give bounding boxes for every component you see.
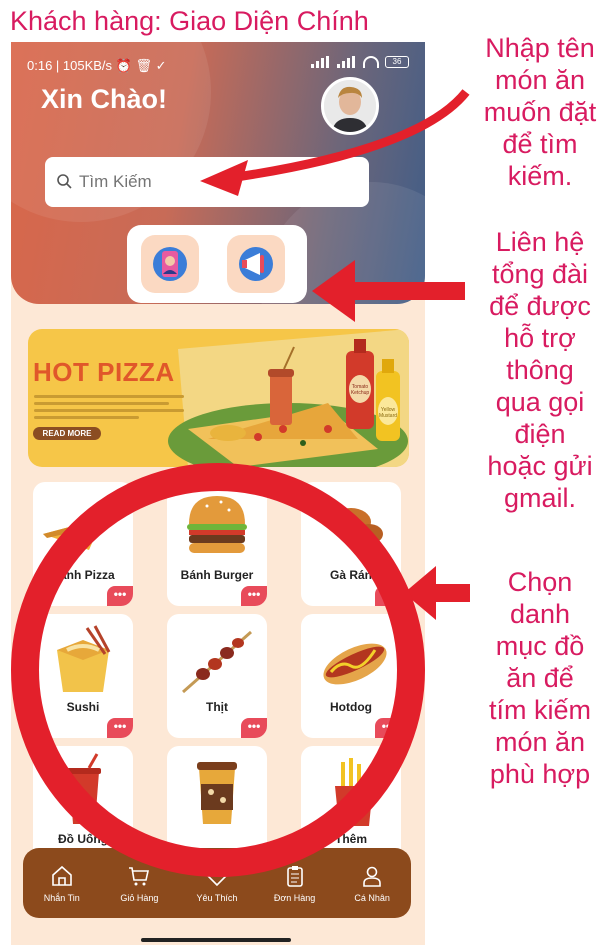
more-button[interactable]: ••• [107,718,133,738]
category-label: Bánh Pizza [51,568,115,582]
fries-icon [335,758,373,826]
nav-label: Yêu Thích [196,892,238,903]
banner-title: HOT PIZZA [33,357,175,387]
avatar[interactable] [321,77,379,135]
category-label: Thêm [334,832,367,846]
noodle-box-icon [57,625,111,692]
home-icon [51,865,72,886]
gesture-bar [141,938,291,942]
pizza-icon [43,518,103,550]
nav-item-cart[interactable]: Giỏ Hàng [102,864,176,903]
wifi-icon [363,56,379,68]
category-label: Gà Rán [329,568,372,582]
more-button[interactable]: ••• [241,718,267,738]
category-note: Chọn danh mục đồ ăn để tím kiếm món ăn phù hợp [488,567,591,789]
more-button[interactable]: ••• [375,586,401,606]
battery-icon: 36 [385,56,409,68]
category-arrow [432,584,470,602]
phone-call-icon [153,247,187,281]
search-input[interactable] [79,172,349,192]
heart-icon [205,866,229,886]
greeting-title: Xin Chào! [41,84,167,114]
nav-label: Giỏ Hàng [120,892,159,903]
nav-label: Đơn Hàng [273,892,316,903]
nav-item-profile[interactable]: Cá Nhân [335,864,409,903]
category-label: Thịt [206,700,228,714]
avatar-image [324,80,376,132]
mustard-label: Yellow Mustard [378,407,398,419]
promo-banner[interactable]: HOT PIZZA READ MORE Tomato Ketchup Yello… [28,329,409,467]
category-card-meat[interactable]: Thịt ••• [167,614,267,738]
category-card-sushi[interactable]: Sushi ••• [33,614,133,738]
category-label: Hotdog [330,700,372,714]
user-icon [363,866,381,887]
nav-item-messages[interactable]: Nhắn Tin [25,864,99,903]
status-bar-right: 36 [311,56,409,68]
more-button[interactable]: ••• [107,586,133,606]
more-button[interactable]: ••• [375,718,401,738]
more-button[interactable]: ••• [241,586,267,606]
email-support-button[interactable] [227,235,285,293]
status-bar-left: 0:16 | 105KB/s ⏰ 🗑 ✓ [27,58,167,73]
banner-body-text [34,395,184,423]
nav-item-favorites[interactable]: Yêu Thích [180,864,254,903]
search-icon [57,174,72,189]
megaphone-icon [239,247,273,281]
bottom-navbar: Nhắn Tin Giỏ Hàng Yêu Thích Đơn Hàng Cá … [23,848,411,918]
category-card-hotdog[interactable]: Hotdog ••• [301,614,401,738]
search-note: Nhập tên món ăn muốn đặt để tìm kiếm. [483,33,597,191]
call-support-button[interactable] [141,235,199,293]
category-label: Đồ Uống [58,832,108,846]
category-label: Sushi [66,700,100,714]
category-card-fried-chicken[interactable]: Gà Rán ••• [301,482,401,606]
read-more-button[interactable]: READ MORE [33,427,101,440]
phone-screen: 0:16 | 105KB/s ⏰ 🗑 ✓ 36 Xin Chào! Tìm Ki… [11,42,425,945]
signal-icon [337,56,357,68]
coffee-cup-icon [197,762,237,824]
search-bar[interactable] [45,157,369,207]
skewer-icon [182,630,252,694]
cart-icon [129,866,150,885]
category-label: Bánh Burger [180,568,254,582]
signal-icon [311,56,331,68]
hotdog-icon [323,643,387,685]
slide: Khách hàng: Giao Diện Chính 0:16 | 105KB… [0,0,611,945]
slide-title: Khách hàng: Giao Diện Chính [10,6,369,36]
nav-item-orders[interactable]: Đơn Hàng [258,864,332,903]
category-card-pizza[interactable]: Bánh Pizza ••• [33,482,133,606]
burger-icon [187,496,247,553]
drink-icon [67,753,101,824]
nav-label: Cá Nhân [354,892,390,903]
contact-panel [127,225,307,303]
category-card-burger[interactable]: Bánh Burger ••• [167,482,267,606]
contact-note: Liên hệ tổng đài để được hỗ trợ thông qua gọi… [487,227,593,513]
clipboard-icon [286,865,303,887]
chicken-icon [331,508,383,544]
nav-label: Nhắn Tin [43,892,80,903]
ketchup-label: Tomato Ketchup [350,384,370,396]
